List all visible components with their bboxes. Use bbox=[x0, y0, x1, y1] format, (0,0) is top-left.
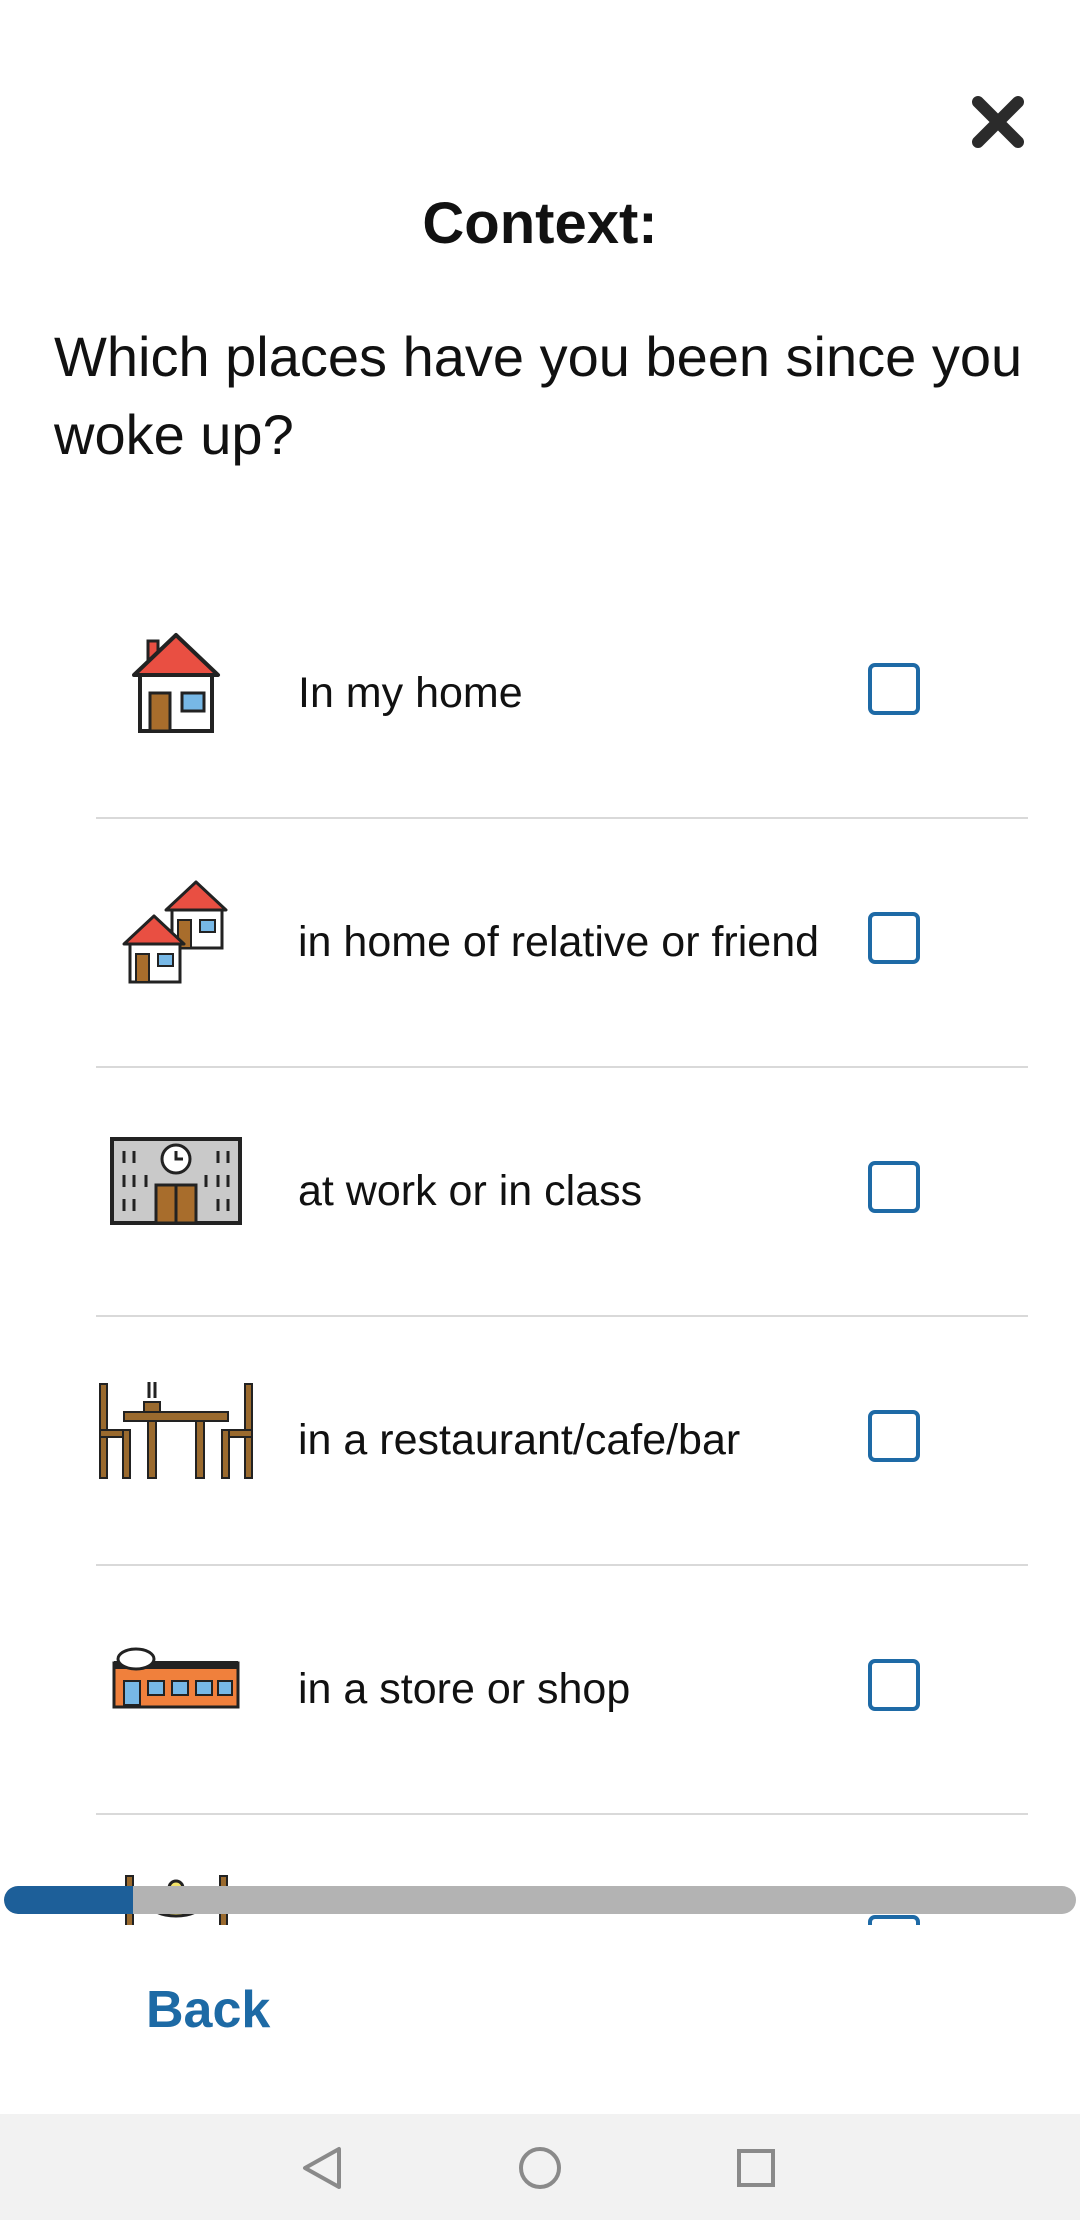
square-recents-icon bbox=[737, 2149, 775, 2187]
checkbox-store[interactable] bbox=[868, 1659, 920, 1711]
home-icon bbox=[96, 628, 256, 738]
checkbox-restaurant[interactable] bbox=[868, 1410, 920, 1462]
question-text: Which places have you been since you wok… bbox=[54, 325, 1023, 466]
option-row-work-class[interactable]: at work or in class bbox=[96, 1068, 1028, 1317]
progress-fill bbox=[4, 1886, 133, 1914]
progress-bar bbox=[4, 1886, 1076, 1914]
nav-back-button[interactable] bbox=[290, 2136, 354, 2200]
back-button[interactable]: Back bbox=[146, 1980, 270, 2040]
option-label: in home of relative or friend bbox=[298, 918, 820, 966]
store-icon bbox=[96, 1624, 256, 1734]
option-row-home[interactable]: In my home bbox=[96, 570, 1028, 819]
option-row-restaurant[interactable]: in a restaurant/cafe/bar bbox=[96, 1317, 1028, 1566]
checkbox-relative-friend[interactable] bbox=[868, 912, 920, 964]
options-list: In my home in home of relative or friend bbox=[96, 570, 1028, 1925]
two-houses-icon bbox=[96, 877, 256, 987]
close-button[interactable] bbox=[966, 90, 1030, 154]
option-label: in a store or shop bbox=[298, 1665, 631, 1713]
checkbox-work-class[interactable] bbox=[868, 1161, 920, 1213]
page-title: Context: bbox=[422, 191, 658, 256]
circle-home-icon bbox=[519, 2147, 561, 2189]
restaurant-table-icon bbox=[96, 1375, 256, 1485]
checkbox-home[interactable] bbox=[868, 663, 920, 715]
triangle-back-icon bbox=[303, 2147, 341, 2189]
option-label: in a restaurant/cafe/bar bbox=[298, 1416, 741, 1464]
option-row-relative-friend[interactable]: in home of relative or friend bbox=[96, 819, 1028, 1068]
nav-recents-button[interactable] bbox=[724, 2136, 788, 2200]
option-row-store[interactable]: in a store or shop bbox=[96, 1566, 1028, 1815]
office-building-icon bbox=[96, 1126, 256, 1236]
option-label: at work or in class bbox=[298, 1167, 643, 1215]
checkbox-partial[interactable] bbox=[868, 1915, 920, 1925]
system-nav-bar bbox=[0, 2114, 1080, 2220]
option-label: In my home bbox=[298, 669, 523, 717]
close-icon bbox=[972, 96, 1024, 148]
nav-home-button[interactable] bbox=[508, 2136, 572, 2200]
